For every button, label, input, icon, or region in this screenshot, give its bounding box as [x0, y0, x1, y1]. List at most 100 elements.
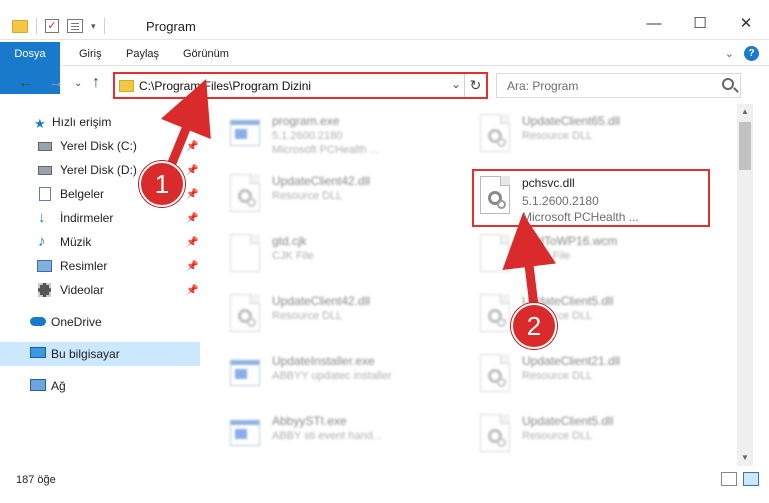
sidebar-item-this-pc[interactable]: Bu bilgisayar	[0, 342, 200, 366]
file-item[interactable]: gtd.cjk CJK File	[220, 228, 450, 280]
file-description: ABBY sti event hand...	[272, 430, 382, 442]
sidebar-item-label: Ağ	[51, 379, 66, 393]
view-switcher	[721, 472, 759, 486]
vertical-scrollbar[interactable]: ▲ ▼	[737, 104, 753, 466]
computer-icon	[30, 347, 46, 358]
file-item[interactable]: UpdateInstaller.exe ABBYY updatec instal…	[220, 348, 450, 400]
file-name: UpdateInstaller.exe	[272, 354, 375, 368]
address-path[interactable]: C:\Program Files\Program Dizini	[139, 79, 311, 93]
callout-2: 2	[511, 303, 557, 349]
callout-1: 1	[139, 161, 185, 207]
pin-icon[interactable]: 📌	[186, 261, 198, 272]
download-icon: ↓	[38, 209, 46, 226]
sidebar-item-label: Videolar	[60, 283, 104, 297]
sidebar-item-label: Yerel Disk (D:)	[60, 163, 137, 177]
pin-icon[interactable]: 📌	[186, 165, 198, 176]
pin-icon[interactable]: 📌	[186, 213, 198, 224]
file-item[interactable]: AbbyySTI.exe ABBY sti event hand...	[220, 408, 450, 460]
up-arrow-icon[interactable]: ↑	[92, 74, 100, 92]
forward-arrow-icon[interactable]: →	[48, 74, 64, 92]
file-item[interactable]: UpdateClient5.dll Resource DLL	[470, 288, 700, 340]
file-type: Resource DLL	[522, 370, 593, 382]
expand-ribbon-icon[interactable]: ⌄	[725, 47, 734, 60]
documents-icon	[39, 187, 51, 201]
file-type: Resource DLL	[272, 310, 343, 322]
tiles-view-icon[interactable]	[743, 472, 759, 486]
tab-share[interactable]: Paylaş	[126, 42, 159, 66]
file-name: program.exe	[272, 114, 340, 128]
file-name: UpdateClient42.dll	[272, 174, 371, 188]
sidebar-item-pictures[interactable]: Resimler 📌	[0, 254, 200, 278]
file-item[interactable]: UpdateClient21.dll Resource DLL	[470, 348, 700, 400]
star-icon: ★	[34, 116, 46, 131]
file-name: gtd.cjk	[272, 234, 307, 248]
checkmark-icon[interactable]: ✓	[45, 19, 59, 33]
pin-icon[interactable]: 📌	[186, 237, 198, 248]
recent-locations-icon[interactable]: ⌄	[74, 78, 82, 89]
pin-icon[interactable]: 📌	[186, 285, 198, 296]
file-item[interactable]: UpdateClient5.dll Resource DLL	[470, 408, 700, 460]
properties-icon[interactable]	[67, 19, 83, 33]
address-bar[interactable]: C:\Program Files\Program Dizini ⌄ ↻	[113, 72, 488, 99]
address-dropdown-icon[interactable]: ⌄	[451, 77, 461, 91]
sidebar-item-music[interactable]: ♪ Müzik 📌	[0, 230, 200, 254]
sidebar-item-onedrive[interactable]: OneDrive	[0, 310, 200, 334]
sidebar-item-label: İndirmeler	[60, 211, 114, 225]
tab-home[interactable]: Giriş	[79, 42, 102, 66]
file-type: Resource DLL	[522, 130, 593, 142]
navigation-pane: ★ Hızlı erişim Yerel Disk (C:) 📌 Yerel D…	[0, 104, 205, 466]
back-arrow-icon[interactable]: ←	[18, 74, 34, 92]
file-type: CJK File	[272, 250, 314, 262]
file-item[interactable]: program.exe 5.1.2600.2180 Microsoft PCHe…	[220, 108, 450, 160]
scroll-down-icon[interactable]: ▼	[737, 450, 753, 466]
pin-icon[interactable]: 📌	[186, 141, 198, 152]
scroll-thumb[interactable]	[739, 122, 751, 170]
dll-icon	[480, 354, 512, 394]
sidebar-item-network[interactable]: Ağ	[0, 374, 200, 398]
minimize-button[interactable]: —	[631, 8, 677, 38]
file-item[interactable]: RedToWP16.wcm WCM File	[470, 228, 700, 280]
pin-icon[interactable]: 📌	[186, 189, 198, 200]
sidebar-item-disk-c[interactable]: Yerel Disk (C:) 📌	[0, 134, 200, 158]
divider	[103, 18, 105, 34]
scroll-up-icon[interactable]: ▲	[737, 104, 753, 120]
file-list: program.exe 5.1.2600.2180 Microsoft PCHe…	[210, 104, 737, 466]
help-icon[interactable]: ?	[744, 46, 759, 61]
file-icon	[480, 234, 512, 274]
sidebar-item-quick-access[interactable]: ★ Hızlı erişim	[0, 110, 200, 134]
pictures-icon	[37, 260, 52, 272]
status-bar: 187 öğe	[0, 466, 769, 503]
highlight-box	[472, 169, 710, 227]
file-type: Resource DLL	[522, 430, 593, 442]
network-icon	[30, 379, 46, 391]
maximize-button[interactable]: ☐	[677, 8, 723, 38]
close-button[interactable]: ✕	[723, 8, 769, 38]
search-input[interactable]: Ara: Program	[496, 73, 741, 98]
details-view-icon[interactable]	[721, 472, 737, 486]
sidebar-item-label: OneDrive	[51, 315, 102, 329]
refresh-icon[interactable]: ↻	[464, 74, 486, 97]
file-item[interactable]: UpdateClient42.dll Resource DLL	[220, 288, 450, 340]
drive-icon	[38, 142, 52, 151]
file-item[interactable]: UpdateClient65.dll Resource DLL	[470, 108, 700, 160]
sidebar-item-videos[interactable]: Videolar 📌	[0, 278, 200, 302]
sidebar-item-label: Belgeler	[60, 187, 105, 201]
sidebar-item-label: Yerel Disk (C:)	[60, 139, 137, 153]
sidebar-item-downloads[interactable]: ↓ İndirmeler 📌	[0, 206, 200, 230]
file-item[interactable]: UpdateClient42.dll Resource DLL	[220, 168, 450, 220]
file-name: RedToWP16.wcm	[522, 234, 618, 248]
ribbon-help-area: ⌄ ?	[725, 46, 759, 61]
search-icon[interactable]	[722, 78, 734, 90]
file-version: 5.1.2600.2180	[272, 130, 343, 142]
sidebar-item-label: Resimler	[60, 259, 108, 273]
cloud-icon	[30, 317, 46, 326]
file-type: Resource DLL	[272, 190, 343, 202]
file-icon	[230, 234, 262, 274]
videos-icon	[38, 283, 51, 297]
chevron-down-icon[interactable]: ▾	[91, 21, 96, 32]
dll-icon	[480, 114, 512, 154]
window-title: Program	[146, 19, 196, 34]
file-description: ABBYY updatec installer	[272, 370, 392, 382]
dll-icon	[230, 174, 262, 214]
tab-view[interactable]: Görünüm	[183, 42, 229, 66]
